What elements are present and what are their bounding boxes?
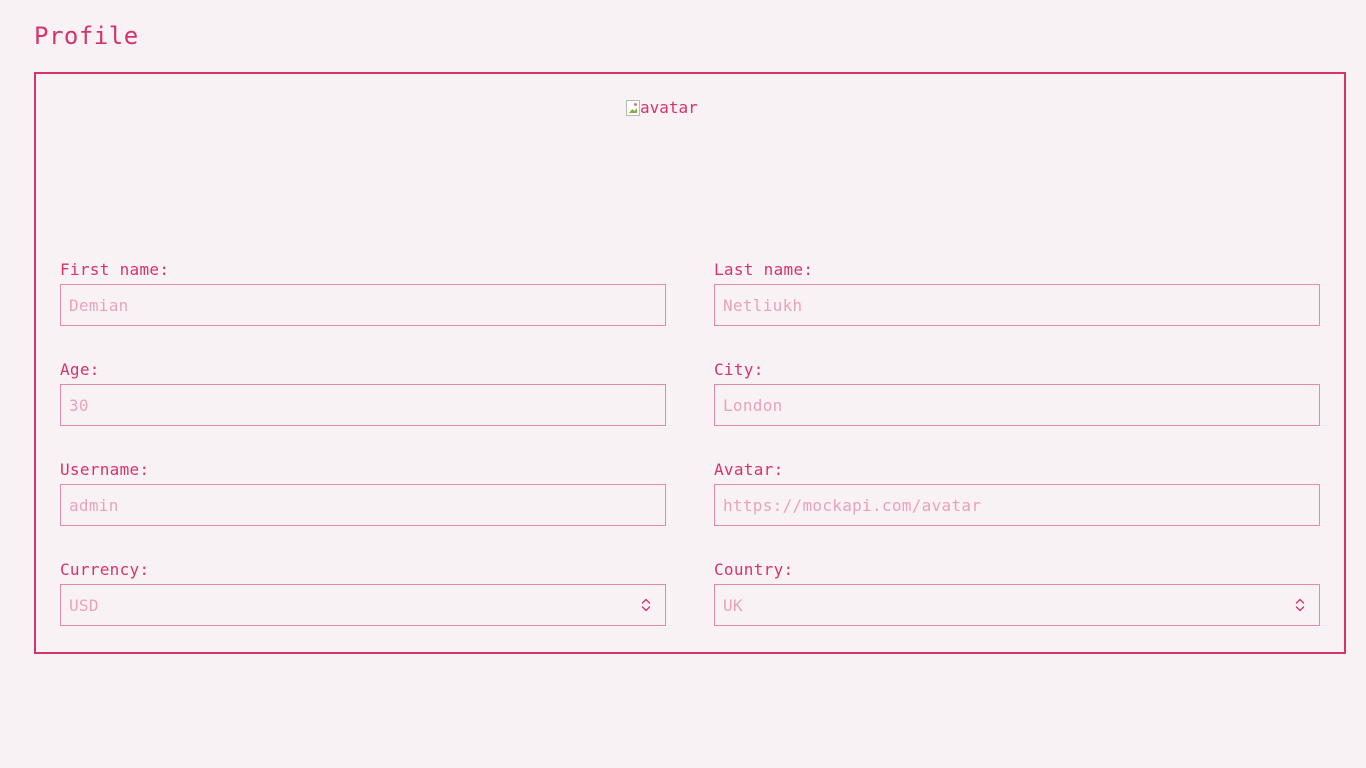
age-field: Age: bbox=[60, 360, 666, 426]
country-selected-value: UK bbox=[723, 595, 743, 615]
chevron-updown-icon bbox=[1295, 597, 1305, 613]
username-input[interactable] bbox=[60, 484, 666, 526]
country-field: Country: UK bbox=[714, 560, 1320, 626]
first-name-label: First name: bbox=[60, 260, 170, 279]
username-label: Username: bbox=[60, 460, 150, 479]
avatar: avatar bbox=[626, 98, 826, 238]
currency-label: Currency: bbox=[60, 560, 150, 579]
username-field: Username: bbox=[60, 460, 666, 526]
city-label: City: bbox=[714, 360, 764, 379]
last-name-input[interactable] bbox=[714, 284, 1320, 326]
country-select[interactable]: UK bbox=[714, 584, 1320, 626]
city-field: City: bbox=[714, 360, 1320, 426]
age-input[interactable] bbox=[60, 384, 666, 426]
currency-select[interactable]: USD bbox=[60, 584, 666, 626]
page-title: Profile bbox=[34, 22, 139, 50]
avatar-url-input[interactable] bbox=[714, 484, 1320, 526]
city-input[interactable] bbox=[714, 384, 1320, 426]
avatar-url-field: Avatar: bbox=[714, 460, 1320, 526]
chevron-updown-icon bbox=[641, 597, 651, 613]
currency-selected-value: USD bbox=[69, 595, 99, 615]
last-name-field: Last name: bbox=[714, 260, 1320, 326]
currency-field: Currency: USD bbox=[60, 560, 666, 626]
profile-card: avatar First name: Last name: Age: City:… bbox=[34, 72, 1346, 654]
avatar-url-label: Avatar: bbox=[714, 460, 784, 479]
age-label: Age: bbox=[60, 360, 100, 379]
avatar-alt-text: avatar bbox=[640, 98, 698, 117]
broken-image-icon bbox=[626, 100, 640, 116]
first-name-input[interactable] bbox=[60, 284, 666, 326]
avatar-image: avatar bbox=[626, 98, 698, 118]
country-label: Country: bbox=[714, 560, 794, 579]
last-name-label: Last name: bbox=[714, 260, 814, 279]
first-name-field: First name: bbox=[60, 260, 666, 326]
